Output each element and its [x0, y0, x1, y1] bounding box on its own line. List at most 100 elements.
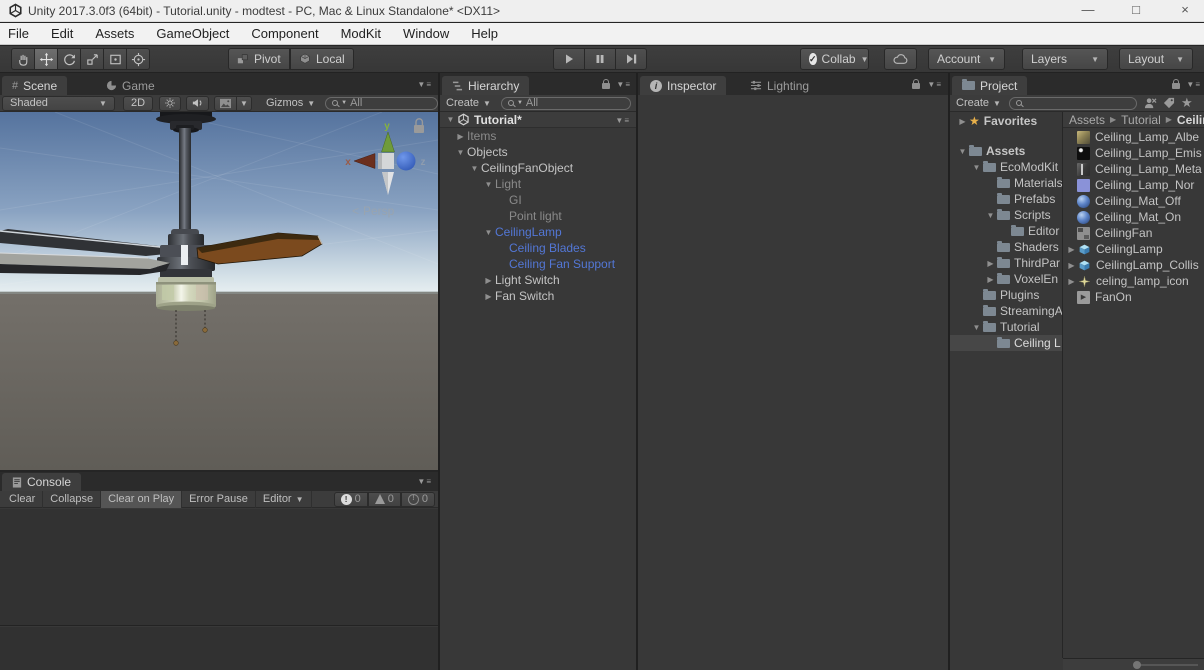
- asset-row-ceiling-mat-on[interactable]: Ceiling_Mat_On: [1063, 209, 1204, 225]
- saved-search-star-button[interactable]: ★: [1181, 98, 1193, 108]
- project-create-dropdown[interactable]: Create ▼: [950, 97, 1007, 109]
- menu-file[interactable]: File: [2, 26, 41, 41]
- tree-item-tutorial[interactable]: ▼Tutorial: [950, 319, 1062, 335]
- hierarchy-item-ceilingfanobject[interactable]: ▼CeilingFanObject: [440, 160, 636, 176]
- expanded-arrow-icon[interactable]: ▼: [482, 180, 495, 189]
- breadcrumb-mid[interactable]: Tutorial: [1121, 113, 1161, 127]
- hierarchy-item-ceiling-blades[interactable]: Ceiling Blades: [440, 240, 636, 256]
- collapsed-arrow-icon[interactable]: ▶: [482, 292, 495, 301]
- panel-menu-icon[interactable]: ▼≡: [927, 80, 942, 89]
- hierarchy-item-light-switch[interactable]: ▶Light Switch: [440, 272, 636, 288]
- hierarchy-create-dropdown[interactable]: Create ▼: [440, 97, 497, 109]
- play-button[interactable]: [553, 48, 585, 70]
- panel-menu-icon[interactable]: ▼≡: [1186, 80, 1201, 89]
- tab-game[interactable]: Game: [96, 76, 165, 95]
- asset-zoom-slider-knob[interactable]: [1133, 661, 1141, 669]
- menu-assets[interactable]: Assets: [89, 26, 146, 41]
- minimize-button[interactable]: —: [1071, 0, 1105, 22]
- tree-item-shaders[interactable]: Shaders: [950, 239, 1062, 255]
- panel-menu-icon[interactable]: ▼≡: [417, 477, 432, 486]
- collab-dropdown[interactable]: ✓ Collab ▼: [800, 48, 869, 70]
- rotate-tool-button[interactable]: [57, 48, 81, 70]
- pause-button[interactable]: [584, 48, 616, 70]
- scene-search-input[interactable]: ▼ All: [325, 97, 438, 110]
- tree-item-ceiling-lamp[interactable]: Ceiling L: [950, 335, 1062, 351]
- console-error-pause-button[interactable]: Error Pause: [182, 491, 256, 508]
- local-toggle-button[interactable]: Local: [290, 48, 354, 70]
- scale-tool-button[interactable]: [80, 48, 104, 70]
- tree-item-thirdparty[interactable]: ▶ThirdPar: [950, 255, 1062, 271]
- toggle-2d-button[interactable]: 2D: [123, 96, 153, 111]
- hierarchy-item-light[interactable]: ▼Light: [440, 176, 636, 192]
- expanded-arrow-icon[interactable]: ▼: [468, 164, 481, 173]
- expanded-arrow-icon[interactable]: ▼: [984, 211, 997, 220]
- tree-item-voxelengine[interactable]: ▶VoxelEn: [950, 271, 1062, 287]
- breadcrumb-root[interactable]: Assets: [1069, 113, 1105, 127]
- asset-row-ceiling-lamp-normal[interactable]: Ceiling_Lamp_Nor: [1063, 177, 1204, 193]
- gizmos-dropdown[interactable]: Gizmos ▼: [260, 97, 321, 109]
- layout-dropdown[interactable]: Layout ▼: [1119, 48, 1193, 70]
- panel-menu-icon[interactable]: ▼≡: [616, 80, 631, 89]
- transform-tool-button[interactable]: [126, 48, 150, 70]
- hierarchy-item-objects[interactable]: ▼Objects: [440, 144, 636, 160]
- asset-row-ceiling-lamp-albedo[interactable]: Ceiling_Lamp_Albe: [1063, 129, 1204, 145]
- hierarchy-item-ceilinglamp[interactable]: ▼CeilingLamp: [440, 224, 636, 240]
- hierarchy-item-items[interactable]: ▶Items: [440, 128, 636, 144]
- tree-item-plugins[interactable]: Plugins: [950, 287, 1062, 303]
- asset-row-ceilinglamp-collision[interactable]: ▶CeilingLamp_Collis: [1063, 257, 1204, 273]
- expanded-arrow-icon[interactable]: ▼: [444, 115, 457, 124]
- shading-mode-dropdown[interactable]: Shaded ▼: [2, 96, 115, 111]
- collapsed-arrow-icon[interactable]: ▶: [984, 259, 997, 268]
- close-button[interactable]: ×: [1168, 0, 1202, 22]
- tree-item-assets[interactable]: ▼Assets: [950, 143, 1062, 159]
- hierarchy-item-gi[interactable]: GI: [440, 192, 636, 208]
- layers-dropdown[interactable]: Layers ▼: [1022, 48, 1108, 70]
- scene-menu-icon[interactable]: ▼≡: [615, 116, 630, 125]
- project-search-input[interactable]: [1009, 97, 1137, 110]
- tree-item-materials[interactable]: Materials: [950, 175, 1062, 191]
- tab-scene[interactable]: # Scene: [2, 76, 67, 95]
- scene-lighting-toggle[interactable]: [159, 96, 181, 111]
- tab-console[interactable]: Console: [2, 473, 81, 491]
- account-dropdown[interactable]: Account ▼: [928, 48, 1005, 70]
- collapsed-arrow-icon[interactable]: ▶: [956, 117, 969, 126]
- rect-tool-button[interactable]: [103, 48, 127, 70]
- tab-project[interactable]: Project: [952, 76, 1027, 95]
- tree-item-editor[interactable]: Editor: [950, 223, 1062, 239]
- console-error-toggle[interactable]: ! 0: [401, 492, 435, 507]
- scene-viewport[interactable]: y x z < Persp: [0, 112, 438, 470]
- pivot-toggle-button[interactable]: Pivot: [228, 48, 290, 70]
- asset-row-ceiling-lamp-metallic[interactable]: Ceiling_Lamp_Meta: [1063, 161, 1204, 177]
- search-by-type-button[interactable]: [1144, 97, 1157, 109]
- collapsed-arrow-icon[interactable]: ▶: [454, 132, 467, 141]
- menu-window[interactable]: Window: [397, 26, 461, 41]
- tab-inspector[interactable]: i Inspector: [640, 76, 726, 95]
- tree-item-scripts[interactable]: ▼Scripts: [950, 207, 1062, 223]
- asset-row-ceiling-lamp-emissive[interactable]: Ceiling_Lamp_Emis: [1063, 145, 1204, 161]
- move-tool-button[interactable]: [34, 48, 58, 70]
- collapsed-arrow-icon[interactable]: ▶: [1065, 245, 1078, 254]
- lock-icon[interactable]: [602, 83, 610, 89]
- hand-tool-button[interactable]: [11, 48, 35, 70]
- collapsed-arrow-icon[interactable]: ▶: [1065, 261, 1078, 270]
- perspective-label[interactable]: < Persp: [352, 204, 395, 218]
- console-info-toggle[interactable]: ! 0: [334, 492, 368, 507]
- menu-component[interactable]: Component: [245, 26, 330, 41]
- asset-row-ceilinglamp[interactable]: ▶CeilingLamp: [1063, 241, 1204, 257]
- cloud-button[interactable]: [884, 48, 917, 70]
- hierarchy-item-point-light[interactable]: Point light: [440, 208, 636, 224]
- expanded-arrow-icon[interactable]: ▼: [454, 148, 467, 157]
- panel-menu-icon[interactable]: ▼≡: [417, 80, 432, 89]
- breadcrumb-leaf[interactable]: Ceiling L: [1177, 113, 1204, 127]
- asset-row-fanon[interactable]: ▶FanOn: [1063, 289, 1204, 305]
- expanded-arrow-icon[interactable]: ▼: [956, 147, 969, 156]
- scene-effects-toggle[interactable]: [214, 96, 237, 111]
- menu-gameobject[interactable]: GameObject: [150, 26, 241, 41]
- scene-header-row[interactable]: ▼ Tutorial* ▼≡: [440, 112, 636, 128]
- hierarchy-search-input[interactable]: ▼ All: [501, 97, 631, 110]
- scene-audio-toggle[interactable]: [186, 96, 209, 111]
- search-by-label-button[interactable]: [1163, 97, 1175, 109]
- expanded-arrow-icon[interactable]: ▼: [970, 323, 983, 332]
- menu-help[interactable]: Help: [465, 26, 510, 41]
- collapsed-arrow-icon[interactable]: ▶: [984, 275, 997, 284]
